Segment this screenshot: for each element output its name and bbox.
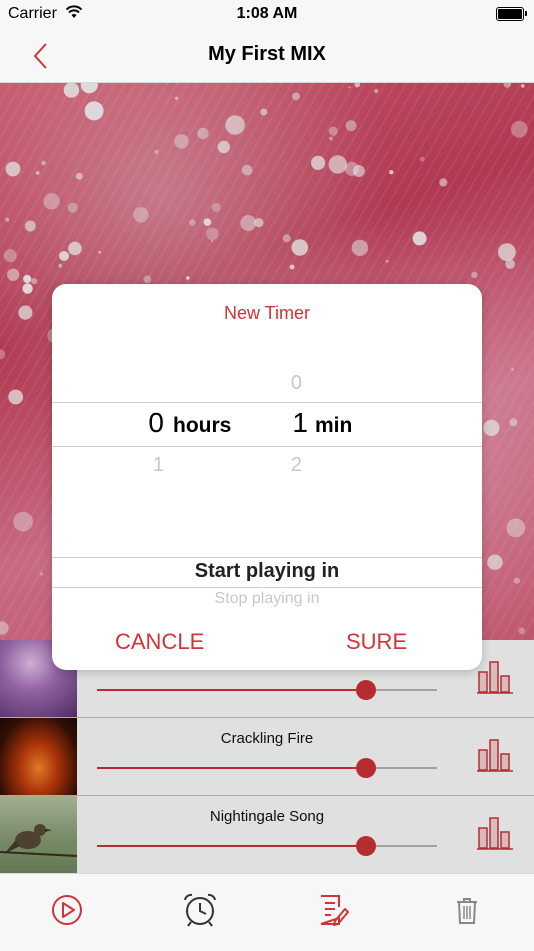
status-time: 1:08 AM (236, 5, 298, 22)
dialog-title: New Timer (223, 303, 310, 323)
status-bar: Carrier 1:08 AM (0, 0, 534, 28)
hours-selected-value[interactable]: 0 (124, 407, 164, 439)
new-timer-dialog: New Timer 0 hours 1 0 1 min 2 Start play… (52, 284, 482, 670)
edit-list-icon[interactable] (315, 892, 351, 928)
tab-bar (0, 873, 534, 951)
play-icon[interactable] (49, 892, 85, 928)
page-title: My First MIX (208, 43, 326, 65)
cancel-button[interactable]: CANCLE (115, 629, 204, 655)
minutes-option-above[interactable]: 0 (262, 372, 302, 395)
picker-divider (52, 402, 482, 403)
alarm-clock-icon[interactable] (182, 892, 218, 928)
sure-button[interactable]: SURE (346, 629, 407, 655)
minutes-unit-label: min (315, 414, 353, 437)
minutes-option-below[interactable]: 2 (262, 454, 302, 477)
picker-divider (52, 557, 482, 558)
picker-divider (52, 587, 482, 588)
mode-option[interactable]: Stop playing in (52, 590, 482, 608)
hours-unit-label: hours (173, 414, 232, 437)
picker-divider (52, 446, 482, 447)
mode-selected[interactable]: Start playing in (52, 560, 482, 583)
hours-option-below[interactable]: 1 (124, 454, 164, 477)
battery-icon (496, 7, 527, 21)
minutes-selected-value[interactable]: 1 (268, 407, 308, 439)
trash-icon[interactable] (449, 892, 485, 928)
navigation-bar: My First MIX (0, 28, 534, 83)
